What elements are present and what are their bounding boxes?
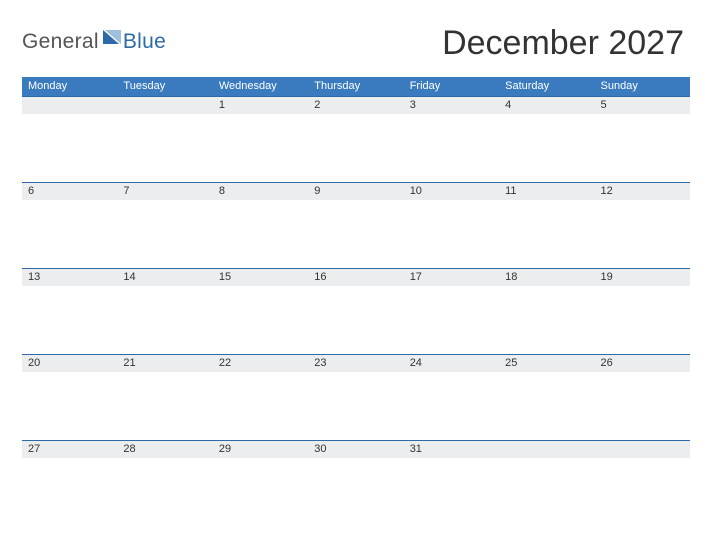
day-number: 15 xyxy=(213,269,308,286)
day-cell: 12 xyxy=(595,183,690,268)
dow-tue: Tuesday xyxy=(117,77,212,96)
day-number: 30 xyxy=(308,441,403,458)
day-number: 26 xyxy=(595,355,690,372)
day-cell: 13 xyxy=(22,269,117,354)
dow-fri: Friday xyxy=(404,77,499,96)
day-cell: 5 xyxy=(595,97,690,182)
day-cell: 26 xyxy=(595,355,690,440)
day-number: 1 xyxy=(213,97,308,114)
day-number: 4 xyxy=(499,97,594,114)
month-title: December 2027 xyxy=(442,20,690,63)
day-cell: 11 xyxy=(499,183,594,268)
day-number: 10 xyxy=(404,183,499,200)
day-cell: 1 xyxy=(213,97,308,182)
day-number: 6 xyxy=(22,183,117,200)
day-number: 25 xyxy=(499,355,594,372)
day-number: 8 xyxy=(213,183,308,200)
day-number: 23 xyxy=(308,355,403,372)
day-number: 3 xyxy=(404,97,499,114)
day-cell: 15 xyxy=(213,269,308,354)
day-number: 14 xyxy=(117,269,212,286)
day-cell: 24 xyxy=(404,355,499,440)
day-number: 17 xyxy=(404,269,499,286)
dow-wed: Wednesday xyxy=(213,77,308,96)
day-cell: 14 xyxy=(117,269,212,354)
week-row: 27 28 29 30 31 xyxy=(22,440,690,526)
day-number: 12 xyxy=(595,183,690,200)
day-number xyxy=(499,441,594,458)
day-cell: 20 xyxy=(22,355,117,440)
day-cell: 7 xyxy=(117,183,212,268)
day-number: 16 xyxy=(308,269,403,286)
logo-triangle-icon xyxy=(103,30,121,51)
week-row: 13 14 15 16 17 18 19 xyxy=(22,268,690,354)
day-cell: 18 xyxy=(499,269,594,354)
calendar-grid: Monday Tuesday Wednesday Thursday Friday… xyxy=(22,77,690,526)
day-cell: 10 xyxy=(404,183,499,268)
day-number: 7 xyxy=(117,183,212,200)
week-row: 1 2 3 4 5 xyxy=(22,96,690,182)
day-cell: 16 xyxy=(308,269,403,354)
day-number: 21 xyxy=(117,355,212,372)
day-of-week-header: Monday Tuesday Wednesday Thursday Friday… xyxy=(22,77,690,96)
dow-sun: Sunday xyxy=(595,77,690,96)
day-cell: 23 xyxy=(308,355,403,440)
week-row: 6 7 8 9 10 11 12 xyxy=(22,182,690,268)
calendar-page: General Blue December 2027 Monday Tuesda… xyxy=(0,0,712,526)
day-number xyxy=(117,97,212,114)
day-cell xyxy=(499,441,594,526)
dow-thu: Thursday xyxy=(308,77,403,96)
day-number: 9 xyxy=(308,183,403,200)
logo-text-blue: Blue xyxy=(123,30,166,54)
day-cell: 4 xyxy=(499,97,594,182)
day-number xyxy=(595,441,690,458)
day-cell: 6 xyxy=(22,183,117,268)
day-cell: 25 xyxy=(499,355,594,440)
logo-text-general: General xyxy=(22,30,99,54)
day-cell: 19 xyxy=(595,269,690,354)
day-cell xyxy=(22,97,117,182)
day-number: 18 xyxy=(499,269,594,286)
logo: General Blue xyxy=(22,20,166,54)
day-cell: 8 xyxy=(213,183,308,268)
day-cell: 28 xyxy=(117,441,212,526)
day-cell: 31 xyxy=(404,441,499,526)
day-number: 31 xyxy=(404,441,499,458)
day-number: 20 xyxy=(22,355,117,372)
day-cell xyxy=(117,97,212,182)
day-cell: 9 xyxy=(308,183,403,268)
dow-sat: Saturday xyxy=(499,77,594,96)
day-number: 28 xyxy=(117,441,212,458)
week-row: 20 21 22 23 24 25 26 xyxy=(22,354,690,440)
day-number: 24 xyxy=(404,355,499,372)
day-cell: 29 xyxy=(213,441,308,526)
day-cell: 17 xyxy=(404,269,499,354)
day-cell: 2 xyxy=(308,97,403,182)
day-number: 2 xyxy=(308,97,403,114)
day-number: 29 xyxy=(213,441,308,458)
day-cell: 21 xyxy=(117,355,212,440)
day-cell: 27 xyxy=(22,441,117,526)
day-number: 13 xyxy=(22,269,117,286)
dow-mon: Monday xyxy=(22,77,117,96)
day-number: 22 xyxy=(213,355,308,372)
day-number: 27 xyxy=(22,441,117,458)
day-number: 19 xyxy=(595,269,690,286)
day-number: 5 xyxy=(595,97,690,114)
day-number xyxy=(22,97,117,114)
day-cell: 30 xyxy=(308,441,403,526)
day-cell: 3 xyxy=(404,97,499,182)
day-cell xyxy=(595,441,690,526)
day-number: 11 xyxy=(499,183,594,200)
header: General Blue December 2027 xyxy=(22,20,690,63)
day-cell: 22 xyxy=(213,355,308,440)
